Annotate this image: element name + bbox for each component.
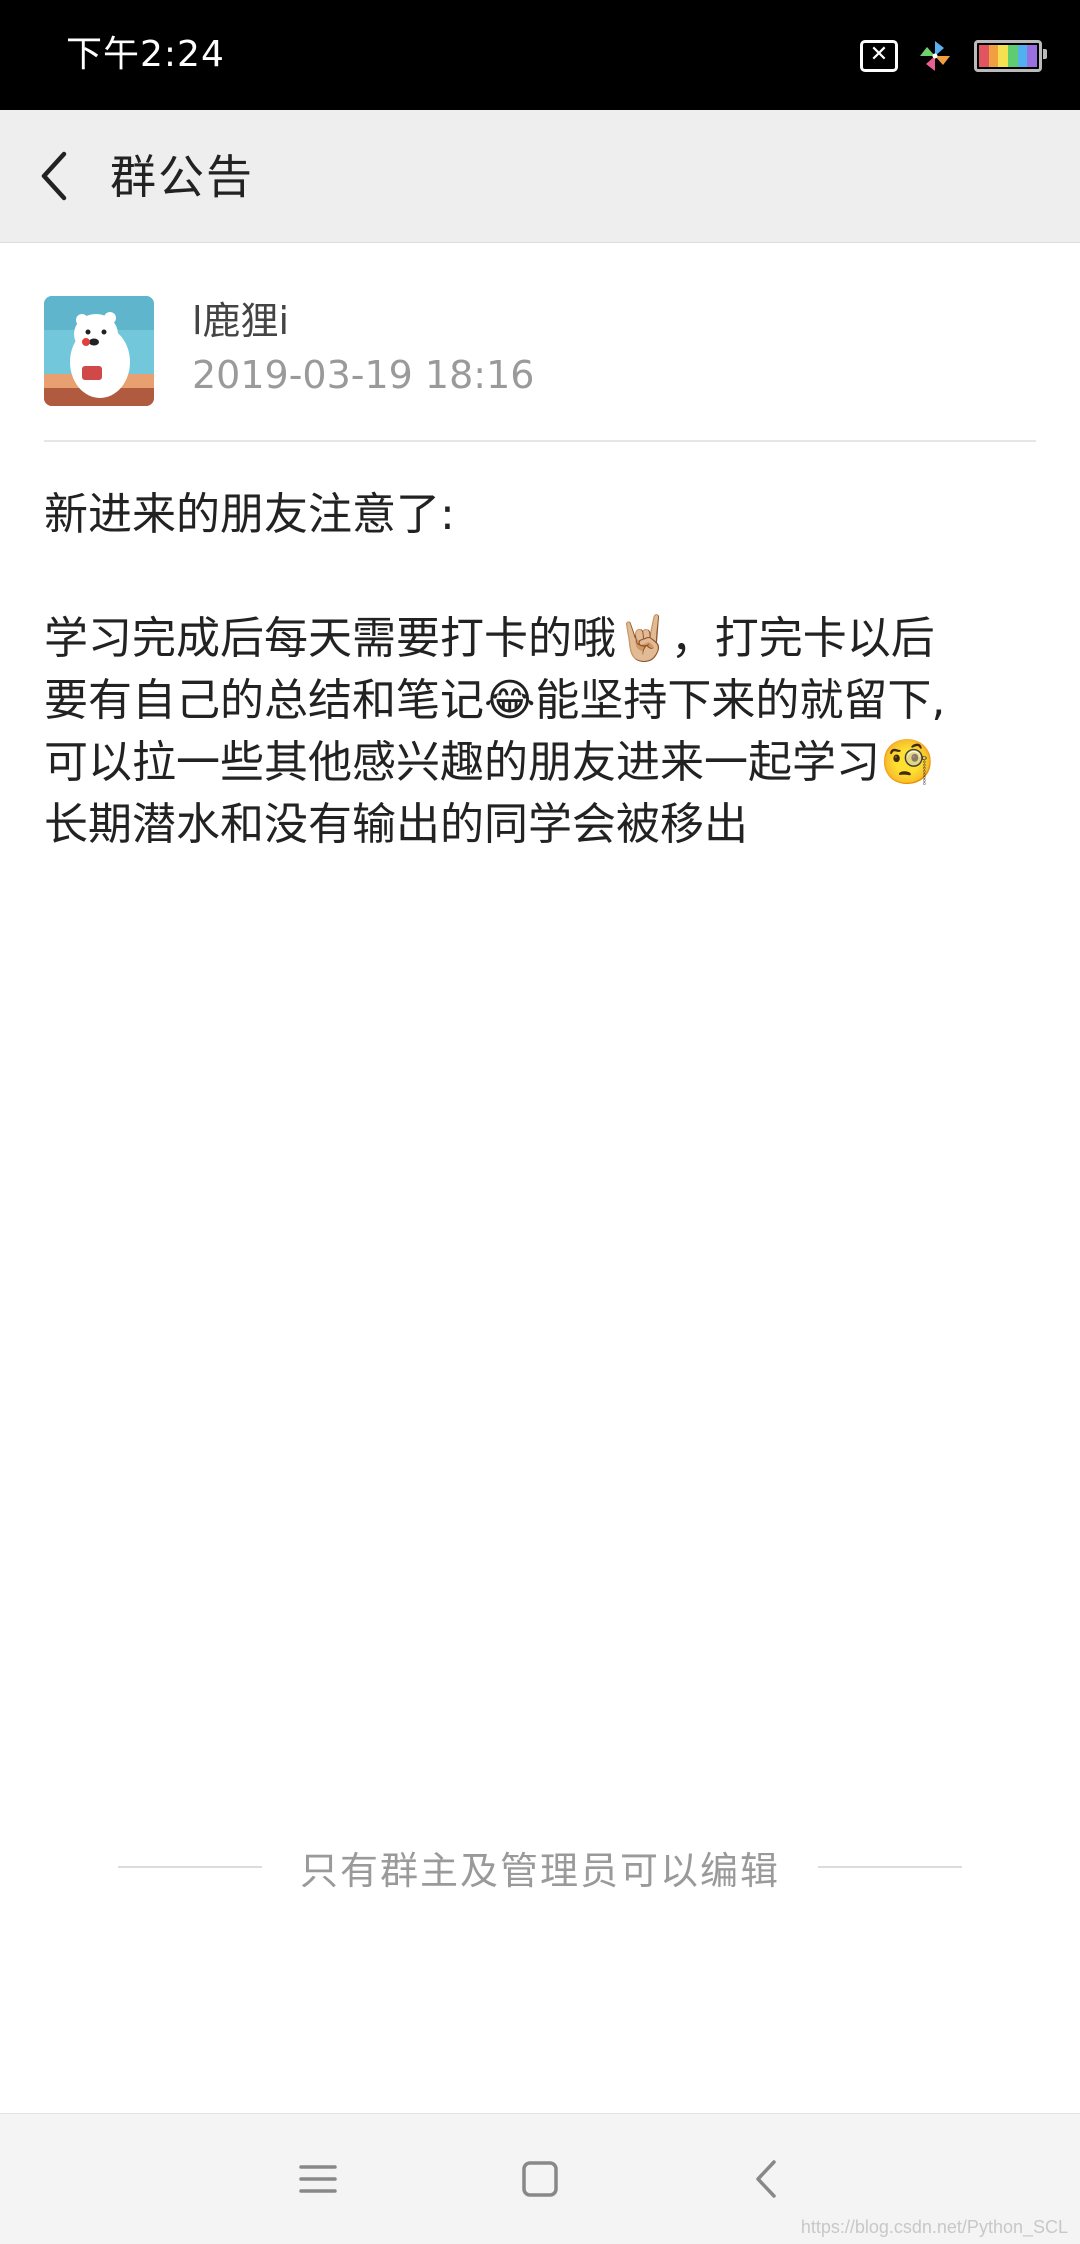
edit-permission-note: 只有群主及管理员可以编辑 bbox=[118, 1840, 963, 1894]
announcement-content: 新进来的朋友注意了: 学习完成后每天需要打卡的哦🤘🏼，打完卡以后 要有自己的总结… bbox=[44, 484, 1044, 856]
author-card: l鹿狸i 2019-03-19 18:16 bbox=[44, 296, 1036, 442]
announcement-line: 可以拉一些其他感兴趣的朋友进来一起学习🧐 bbox=[44, 737, 935, 788]
status-bar: 下午2:24 ✕ bbox=[0, 0, 1080, 110]
announcement-heading: 新进来的朋友注意了: bbox=[44, 489, 455, 540]
post-timestamp: 2019-03-19 18:16 bbox=[192, 353, 535, 397]
back-icon[interactable] bbox=[742, 2154, 792, 2204]
pinwheel-icon bbox=[920, 41, 950, 71]
status-icons: ✕ bbox=[860, 38, 1047, 74]
polar-bear-avatar[interactable] bbox=[44, 296, 154, 406]
announcement-line: 长期潜水和没有输出的同学会被移出 bbox=[44, 799, 748, 850]
chevron-left-icon[interactable] bbox=[36, 150, 72, 202]
watermark: https://blog.csdn.net/Python_SCL bbox=[800, 2217, 1068, 2237]
page-title: 群公告 bbox=[110, 150, 254, 204]
home-icon[interactable] bbox=[515, 2154, 565, 2204]
status-time: 下午2:24 bbox=[66, 34, 225, 75]
divider bbox=[818, 1866, 963, 1868]
system-nav-bar: https://blog.csdn.net/Python_SCL bbox=[0, 2113, 1080, 2244]
battery-icon bbox=[974, 40, 1047, 72]
edit-permission-text: 只有群主及管理员可以编辑 bbox=[300, 1848, 781, 1893]
announcement-line: 要有自己的总结和笔记😂能坚持下来的就留下, bbox=[44, 675, 946, 726]
sim-off-icon: ✕ bbox=[860, 40, 898, 72]
author-name: l鹿狸i bbox=[192, 299, 290, 343]
divider bbox=[118, 1866, 262, 1868]
announcement-line: 学习完成后每天需要打卡的哦🤘🏼，打完卡以后 bbox=[44, 613, 935, 664]
menu-icon[interactable] bbox=[293, 2154, 343, 2204]
app-header: 群公告 bbox=[0, 110, 1080, 243]
